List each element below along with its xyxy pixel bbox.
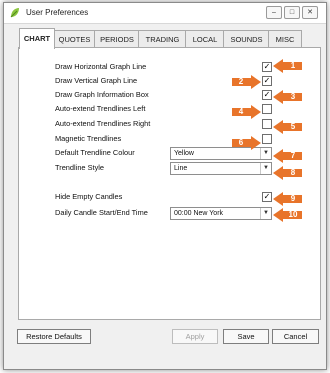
auto-extend-right-label: Auto-extend Trendlines Right (55, 119, 151, 128)
restore-defaults-button[interactable]: Restore Defaults (17, 329, 91, 344)
hide-empty-candles-label: Hide Empty Candles (55, 192, 123, 201)
save-button[interactable]: Save (223, 329, 269, 344)
chevron-down-icon: ▼ (260, 163, 271, 174)
trendline-style-label: Trendline Style (55, 163, 105, 172)
trendline-colour-label: Default Trendline Colour (55, 148, 135, 157)
minimize-button[interactable]: – (266, 6, 282, 19)
callout-1: 1 (273, 59, 303, 73)
tab-quotes[interactable]: QUOTES (53, 30, 96, 48)
callout-8: 8 (273, 166, 303, 180)
tab-periods[interactable]: PERIODS (94, 30, 140, 48)
draw-vertical-checkbox[interactable]: ✓ (262, 76, 272, 86)
draw-horizontal-label: Draw Horizontal Graph Line (55, 62, 147, 71)
trendline-style-select[interactable]: Line ▼ (170, 162, 272, 175)
tab-misc[interactable]: MISC (268, 30, 302, 48)
callout-4: 4 (231, 105, 261, 119)
callout-9: 9 (273, 192, 303, 206)
chevron-down-icon: ▼ (260, 208, 271, 219)
trendline-style-value: Line (174, 165, 188, 172)
apply-button[interactable]: Apply (172, 329, 218, 344)
callout-10: 10 (273, 208, 303, 222)
cancel-button[interactable]: Cancel (272, 329, 319, 344)
auto-extend-right-checkbox[interactable] (262, 119, 272, 129)
tab-chart[interactable]: CHART (19, 28, 55, 49)
auto-extend-left-checkbox[interactable] (262, 104, 272, 114)
daily-candle-value: 00:00 New York (174, 210, 224, 217)
callout-5: 5 (273, 120, 303, 134)
draw-info-box-checkbox[interactable]: ✓ (262, 90, 272, 100)
close-button[interactable]: ✕ (302, 6, 318, 19)
maximize-button[interactable]: □ (284, 6, 300, 19)
leaf-icon (10, 8, 19, 18)
callout-2: 2 (231, 75, 261, 89)
preferences-window: User Preferences – □ ✕ CHART QUOTES PERI… (3, 2, 327, 370)
title-bar[interactable]: User Preferences – □ ✕ (4, 3, 326, 24)
daily-candle-label: Daily Candle Start/End Time (55, 208, 148, 217)
callout-7: 7 (273, 149, 303, 163)
callout-6: 6 (231, 136, 261, 150)
draw-info-box-label: Draw Graph Information Box (55, 90, 149, 99)
tab-local[interactable]: LOCAL (185, 30, 225, 48)
draw-vertical-label: Draw Vertical Graph Line (55, 76, 138, 85)
magnetic-trendlines-label: Magnetic Trendlines (55, 134, 122, 143)
trendline-colour-value: Yellow (174, 150, 194, 157)
magnetic-trendlines-checkbox[interactable] (262, 134, 272, 144)
tab-sounds[interactable]: SOUNDS (223, 30, 270, 48)
chevron-down-icon: ▼ (260, 148, 271, 159)
daily-candle-select[interactable]: 00:00 New York ▼ (170, 207, 272, 220)
auto-extend-left-label: Auto-extend Trendlines Left (55, 104, 146, 113)
tab-trading[interactable]: TRADING (138, 30, 187, 48)
chart-settings-panel: Draw Horizontal Graph Line ✓ Draw Vertic… (18, 47, 321, 320)
hide-empty-candles-checkbox[interactable]: ✓ (262, 192, 272, 202)
draw-horizontal-checkbox[interactable]: ✓ (262, 62, 272, 72)
window-title: User Preferences (26, 8, 89, 17)
callout-3: 3 (273, 90, 303, 104)
